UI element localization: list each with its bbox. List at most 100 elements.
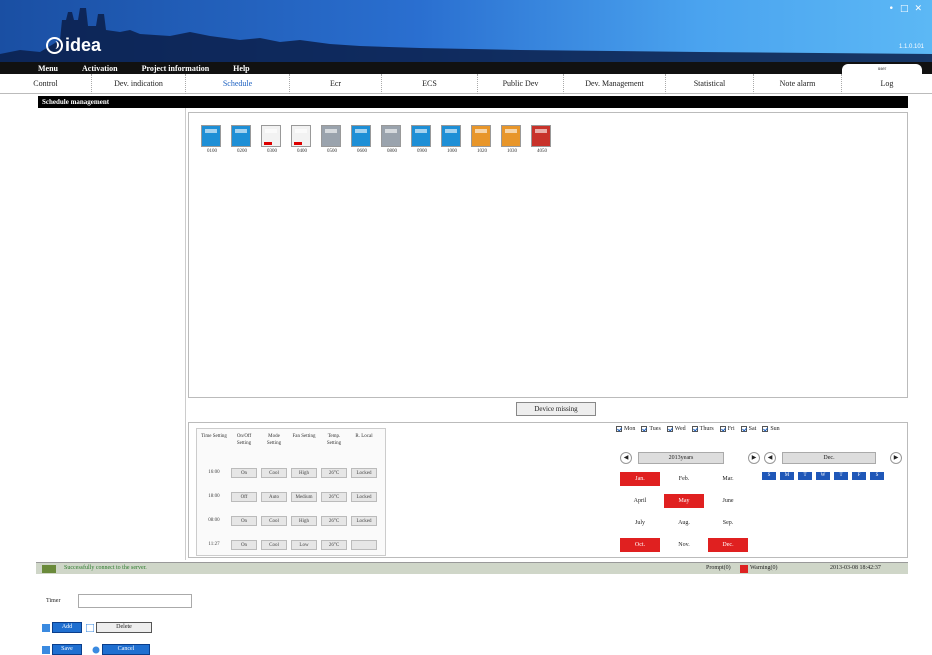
time-setting-cell[interactable]: On xyxy=(231,540,257,550)
warning-count[interactable]: Warning(0) xyxy=(750,565,778,571)
time-setting-cell[interactable]: Locked xyxy=(351,516,377,526)
tab-ecs[interactable]: ECS xyxy=(382,73,478,94)
header-fan-setting: Fan Setting xyxy=(292,434,316,439)
device-item[interactable]: 1000 xyxy=(441,125,463,161)
weekday-checkbox[interactable]: Tues xyxy=(641,426,661,432)
tab-public-dev[interactable]: Public Dev xyxy=(478,73,564,94)
year-next-icon[interactable]: ▶ xyxy=(748,452,760,464)
time-setting-cell[interactable]: High xyxy=(291,468,317,478)
cancel-button[interactable]: Cancel xyxy=(102,644,150,655)
menu-activation[interactable]: Activation xyxy=(82,64,118,73)
tab-schedule[interactable]: Schedule xyxy=(186,73,290,94)
device-label: 0900 xyxy=(417,149,427,154)
time-setting-cell[interactable]: Cool xyxy=(261,540,287,550)
time-setting-cell[interactable]: Medium xyxy=(291,492,317,502)
menu-menu[interactable]: Menu xyxy=(38,64,58,73)
device-item[interactable]: 0200 xyxy=(231,125,253,161)
date-cell xyxy=(816,506,830,515)
close-icon[interactable]: ✕ xyxy=(914,4,922,14)
year-field[interactable]: 2013years xyxy=(638,452,724,464)
tab-control[interactable]: Control xyxy=(0,73,92,94)
checkbox-checked-icon[interactable] xyxy=(740,426,747,432)
add-button[interactable]: Add xyxy=(52,622,82,633)
time-setting-cell[interactable]: High xyxy=(291,516,317,526)
month-cell[interactable]: Sep. xyxy=(708,516,748,530)
tab-note-alarm[interactable]: Note alarm xyxy=(754,73,842,94)
time-setting-cell[interactable]: Locked xyxy=(351,468,377,478)
month-cell[interactable]: May xyxy=(664,494,704,508)
date-cell xyxy=(870,518,884,527)
month-cell[interactable]: Nov. xyxy=(664,538,704,552)
tab-log[interactable]: Log xyxy=(842,74,932,94)
prompt-count[interactable]: Prompt(0) xyxy=(706,565,731,571)
checkbox-checked-icon[interactable] xyxy=(762,426,769,432)
device-item[interactable]: 0500 xyxy=(321,125,343,161)
month-cell[interactable]: Oct. xyxy=(620,538,660,552)
month-cell[interactable]: Jan. xyxy=(620,472,660,486)
device-item[interactable]: 0300 xyxy=(261,125,283,161)
date-cell xyxy=(834,506,848,515)
time-setting-cell[interactable]: Low xyxy=(291,540,317,550)
weekday-checkbox[interactable]: Sun xyxy=(762,426,780,432)
time-setting-cell[interactable]: On xyxy=(231,516,257,526)
month-cell[interactable]: Aug. xyxy=(664,516,704,530)
time-setting-cell[interactable]: Auto xyxy=(261,492,287,502)
alarm-indicator-icon xyxy=(294,142,302,145)
checkbox-checked-icon[interactable] xyxy=(616,426,622,432)
schedule-management-title: Schedule management xyxy=(38,96,908,108)
month-field[interactable]: Dec. xyxy=(782,452,876,464)
time-setting-cell[interactable] xyxy=(351,540,377,550)
device-item[interactable]: 0400 xyxy=(291,125,313,161)
device-item[interactable]: 1030 xyxy=(501,125,523,161)
delete-button[interactable]: Delete xyxy=(96,622,152,633)
tab-ecr[interactable]: Ecr xyxy=(290,73,382,94)
save-button[interactable]: Save xyxy=(52,644,82,655)
weekday-checkbox[interactable]: Thurs xyxy=(691,426,714,432)
device-item[interactable]: 0600 xyxy=(351,125,373,161)
timer-input[interactable] xyxy=(78,594,192,608)
month-cell[interactable]: April xyxy=(620,494,660,508)
weekday-checkbox[interactable]: Sat xyxy=(740,426,756,432)
time-setting-cell[interactable]: Off xyxy=(231,492,257,502)
month-cell[interactable]: July xyxy=(620,516,660,530)
checkbox-checked-icon[interactable] xyxy=(691,426,698,432)
checkbox-checked-icon[interactable] xyxy=(641,426,648,432)
month-next-icon[interactable]: ▶ xyxy=(890,452,902,464)
minimize-icon[interactable]: • xyxy=(889,4,894,14)
device-item[interactable]: 0100 xyxy=(201,125,223,161)
time-setting-cell[interactable]: Cool xyxy=(261,516,287,526)
weekday-checkbox[interactable]: Fri xyxy=(719,426,735,432)
time-setting-cell[interactable]: 26°C xyxy=(321,468,347,478)
app-header: idea • □ ✕ 1.1.0.101 xyxy=(0,0,932,62)
device-label: 0400 xyxy=(297,149,307,154)
time-setting-cell[interactable]: 26°C xyxy=(321,492,347,502)
device-missing-button[interactable]: Device missing xyxy=(516,402,596,416)
tab-dev-indication[interactable]: Dev. indication xyxy=(92,73,186,94)
time-setting-cell[interactable]: 26°C xyxy=(321,516,347,526)
maximize-icon[interactable]: □ xyxy=(900,4,909,14)
month-cell[interactable]: Feb. xyxy=(664,472,704,486)
checkbox-checked-icon[interactable] xyxy=(719,426,726,432)
time-setting-cell[interactable]: On xyxy=(231,468,257,478)
time-setting-cell[interactable]: Cool xyxy=(261,468,287,478)
checkbox-checked-icon[interactable] xyxy=(666,426,673,432)
device-item[interactable]: 1020 xyxy=(471,125,493,161)
month-prev-icon[interactable]: ◀ xyxy=(764,452,776,464)
weekday-checkbox[interactable]: Wed xyxy=(666,426,686,432)
tab-statistical[interactable]: Statistical xyxy=(666,73,754,94)
year-prev-icon[interactable]: ◀ xyxy=(620,452,632,464)
device-item[interactable]: 0900 xyxy=(411,125,433,161)
warning-icon xyxy=(740,565,748,573)
device-item[interactable]: 4050 xyxy=(531,125,553,161)
midea-logo: idea xyxy=(46,35,101,56)
weekday-checkbox[interactable]: Mon xyxy=(616,426,635,432)
menu-project-information[interactable]: Project information xyxy=(142,64,210,73)
month-cell[interactable]: June xyxy=(708,494,748,508)
menu-help[interactable]: Help xyxy=(233,64,249,73)
time-setting-cell[interactable]: 26°C xyxy=(321,540,347,550)
time-setting-cell[interactable]: Locked xyxy=(351,492,377,502)
month-cell[interactable]: Dec. xyxy=(708,538,748,552)
tab-dev-management[interactable]: Dev. Management xyxy=(564,73,666,94)
month-cell[interactable]: Mar. xyxy=(708,472,748,486)
device-item[interactable]: 0800 xyxy=(381,125,403,161)
